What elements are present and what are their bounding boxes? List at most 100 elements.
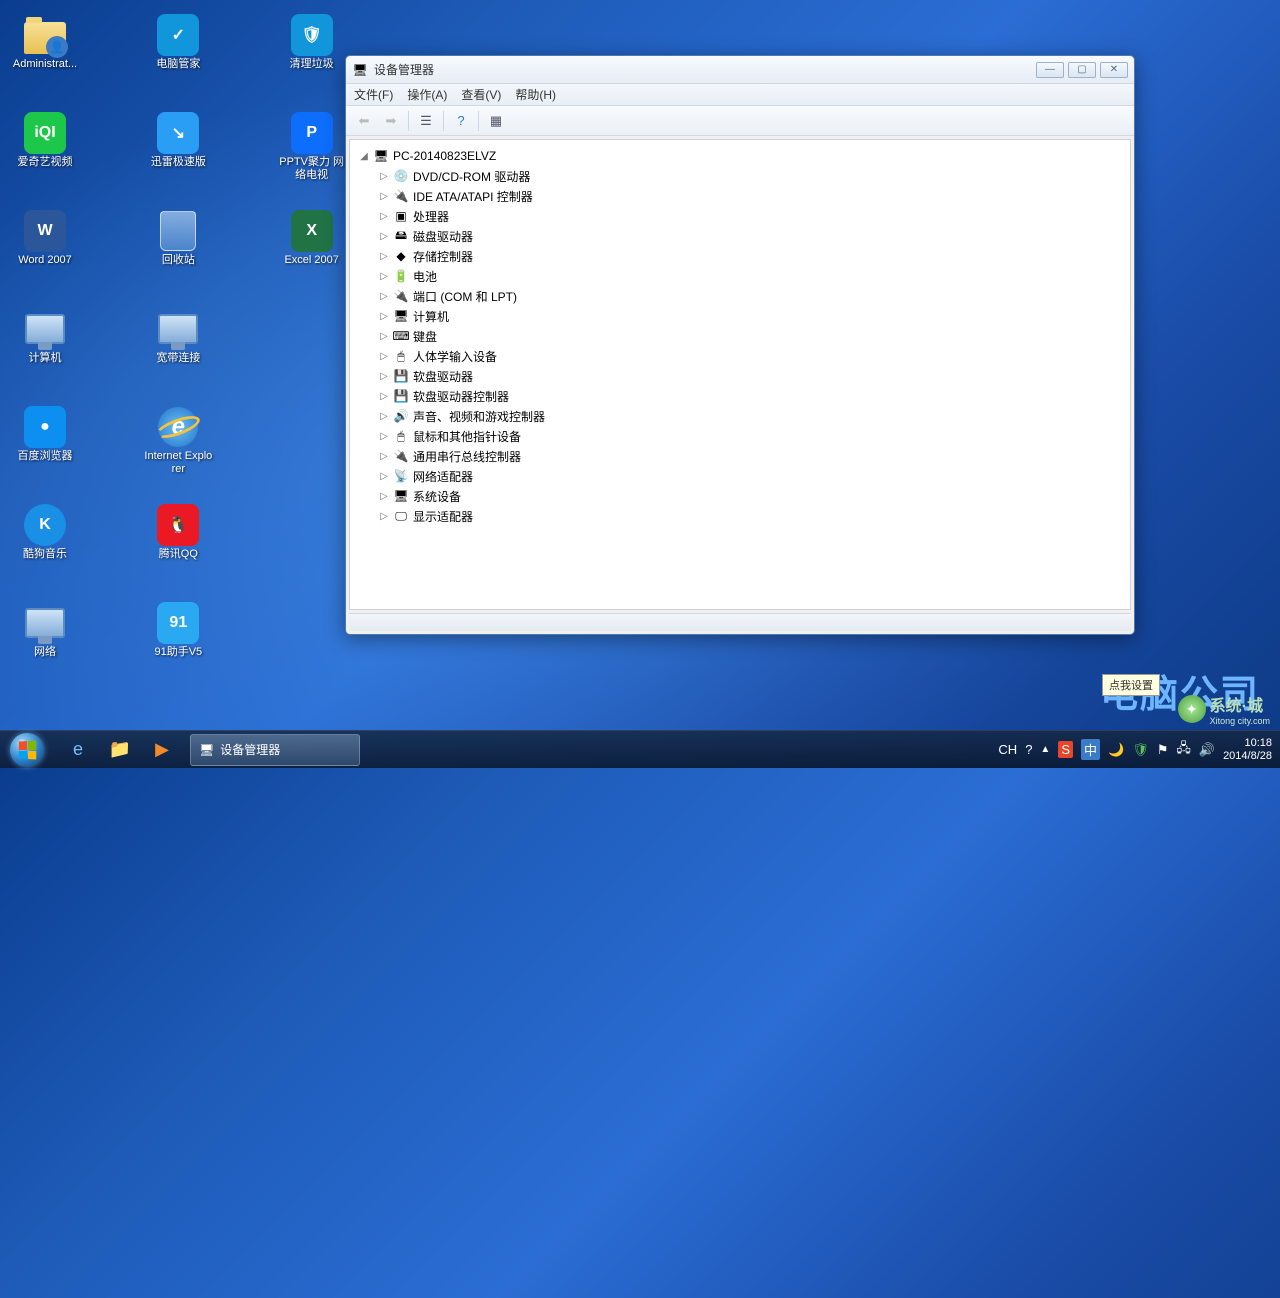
- tree-node[interactable]: ▷💿DVD/CD-ROM 驱动器: [354, 166, 1126, 186]
- pin-explorer[interactable]: 📁: [100, 734, 140, 766]
- desktop-icon-百度浏览器[interactable]: ●百度浏览器: [10, 402, 80, 482]
- desktop-icon-网络[interactable]: 网络: [10, 598, 80, 678]
- pin-ie[interactable]: e: [58, 734, 98, 766]
- icon: [24, 602, 66, 644]
- desktop-icon-91助手V5[interactable]: 9191助手V5: [143, 598, 213, 678]
- help-button[interactable]: ?: [449, 110, 473, 132]
- pin-media-player[interactable]: ▶: [142, 734, 182, 766]
- tree-node[interactable]: ▷🖵显示适配器: [354, 506, 1126, 526]
- expand-icon[interactable]: ▷: [378, 511, 390, 522]
- tree-root[interactable]: ◢ 🖥 PC-20140823ELVZ: [354, 146, 1126, 166]
- desktop-icon-宽带连接[interactable]: 宽带连接: [143, 304, 213, 384]
- expand-icon[interactable]: ▷: [378, 291, 390, 302]
- maximize-button[interactable]: ▢: [1068, 62, 1096, 78]
- node-icon: 💿: [392, 168, 410, 184]
- node-label: 网络适配器: [413, 468, 473, 485]
- menu-help[interactable]: 帮助(H): [515, 86, 556, 103]
- node-label: 声音、视频和游戏控制器: [413, 408, 545, 425]
- close-button[interactable]: ✕: [1100, 62, 1128, 78]
- show-hide-tree-button[interactable]: ☰: [414, 110, 438, 132]
- expand-icon[interactable]: ▷: [378, 471, 390, 482]
- scan-hardware-button[interactable]: ▦: [484, 110, 508, 132]
- tree-node[interactable]: ▷⌨键盘: [354, 326, 1126, 346]
- node-label: 处理器: [413, 208, 449, 225]
- desktop-icon-Administrat...[interactable]: 👤Administrat...: [10, 10, 80, 90]
- device-tree[interactable]: ◢ 🖥 PC-20140823ELVZ ▷💿DVD/CD-ROM 驱动器▷🔌ID…: [349, 139, 1131, 610]
- network-icon[interactable]: 🖧: [1176, 739, 1191, 761]
- expand-icon[interactable]: ▷: [378, 251, 390, 262]
- desktop-icon-回收站[interactable]: 回收站: [143, 206, 213, 286]
- taskbar-item-device-manager[interactable]: 🖥 设备管理器: [190, 734, 360, 766]
- icon-label: 宽带连接: [156, 352, 200, 365]
- menu-file[interactable]: 文件(F): [354, 86, 393, 103]
- expand-icon[interactable]: ▷: [378, 271, 390, 282]
- flag-icon[interactable]: ⚑: [1157, 742, 1169, 758]
- computer-icon: 🖥: [372, 148, 390, 164]
- expand-icon[interactable]: ▷: [378, 391, 390, 402]
- expand-icon[interactable]: ▷: [378, 311, 390, 322]
- moon-icon[interactable]: 🌙: [1108, 742, 1124, 758]
- desktop-icon-电脑管家[interactable]: ✓电脑管家: [143, 10, 213, 90]
- tree-node[interactable]: ▷◆存储控制器: [354, 246, 1126, 266]
- start-button[interactable]: [0, 731, 54, 769]
- expand-icon[interactable]: ▷: [378, 411, 390, 422]
- tree-node[interactable]: ▷🖴磁盘驱动器: [354, 226, 1126, 246]
- desktop-icon-Excel 2007[interactable]: XExcel 2007: [277, 206, 347, 286]
- tree-node[interactable]: ▷🖥系统设备: [354, 486, 1126, 506]
- desktop-icon-腾讯QQ[interactable]: 🐧腾讯QQ: [143, 500, 213, 580]
- expand-icon[interactable]: ▷: [378, 331, 390, 342]
- node-icon: ▣: [392, 208, 410, 224]
- tree-node[interactable]: ▷🖥计算机: [354, 306, 1126, 326]
- clock[interactable]: 10:18 2014/8/28: [1223, 737, 1272, 763]
- tree-node[interactable]: ▷🔋电池: [354, 266, 1126, 286]
- icon: [157, 210, 199, 252]
- ime-mode[interactable]: 中: [1081, 739, 1100, 760]
- expand-icon[interactable]: ▷: [378, 431, 390, 442]
- desktop-icon-清理垃圾[interactable]: 🛡清理垃圾: [277, 10, 347, 90]
- node-label: 鼠标和其他指针设备: [413, 428, 521, 445]
- tree-node[interactable]: ▷💾软盘驱动器: [354, 366, 1126, 386]
- expand-icon[interactable]: ▷: [378, 491, 390, 502]
- icon-label: 回收站: [162, 254, 195, 267]
- security-icon[interactable]: 🛡: [1132, 742, 1149, 758]
- desktop-icon-计算机[interactable]: 计算机: [10, 304, 80, 384]
- tree-node[interactable]: ▷🔊声音、视频和游戏控制器: [354, 406, 1126, 426]
- expand-icon[interactable]: ▷: [378, 371, 390, 382]
- tree-node[interactable]: ▷🔌IDE ATA/ATAPI 控制器: [354, 186, 1126, 206]
- menu-action[interactable]: 操作(A): [407, 86, 447, 103]
- titlebar[interactable]: 🖥 设备管理器 — ▢ ✕: [346, 56, 1134, 84]
- tree-node[interactable]: ▷🖱人体学输入设备: [354, 346, 1126, 366]
- taskbar: e 📁 ▶ 🖥 设备管理器 CH ? ▲ S 中 🌙 🛡 ⚑ 🖧 🔊 10:18…: [0, 730, 1280, 768]
- tree-node[interactable]: ▷🖱鼠标和其他指针设备: [354, 426, 1126, 446]
- help-icon[interactable]: ?: [1025, 742, 1032, 757]
- expand-icon[interactable]: ▷: [378, 231, 390, 242]
- desktop-icon-PPTV聚力 网络电视[interactable]: PPPTV聚力 网络电视: [277, 108, 347, 188]
- icon: X: [291, 210, 333, 252]
- tree-node[interactable]: ▷💾软盘驱动器控制器: [354, 386, 1126, 406]
- lang-indicator[interactable]: CH: [998, 742, 1017, 757]
- tree-node[interactable]: ▷📡网络适配器: [354, 466, 1126, 486]
- ime-indicator[interactable]: S: [1058, 741, 1073, 758]
- tray-up-icon[interactable]: ▲: [1040, 744, 1050, 755]
- statusbar: [349, 613, 1131, 631]
- volume-icon[interactable]: 🔊: [1199, 742, 1215, 758]
- icon-label: 网络: [34, 646, 56, 659]
- desktop-icon-酷狗音乐[interactable]: K酷狗音乐: [10, 500, 80, 580]
- tree-node[interactable]: ▷🔌通用串行总线控制器: [354, 446, 1126, 466]
- desktop-icon-Word 2007[interactable]: WWord 2007: [10, 206, 80, 286]
- tree-node[interactable]: ▷▣处理器: [354, 206, 1126, 226]
- desktop-icon-迅雷极速版[interactable]: ↘迅雷极速版: [143, 108, 213, 188]
- expand-icon[interactable]: ▷: [378, 191, 390, 202]
- expand-icon[interactable]: ▷: [378, 171, 390, 182]
- tree-node[interactable]: ▷🔌端口 (COM 和 LPT): [354, 286, 1126, 306]
- tooltip-balloon[interactable]: 点我设置: [1102, 674, 1160, 696]
- menu-view[interactable]: 查看(V): [461, 86, 501, 103]
- desktop-icon-Internet Explorer[interactable]: eInternet Explorer: [143, 402, 213, 482]
- expand-icon[interactable]: ▷: [378, 451, 390, 462]
- node-icon: 🖥: [392, 308, 410, 324]
- expand-icon[interactable]: ▷: [378, 351, 390, 362]
- node-icon: 🔋: [392, 268, 410, 284]
- desktop-icon-爱奇艺视频[interactable]: iQI爱奇艺视频: [10, 108, 80, 188]
- expand-icon[interactable]: ▷: [378, 211, 390, 222]
- minimize-button[interactable]: —: [1036, 62, 1064, 78]
